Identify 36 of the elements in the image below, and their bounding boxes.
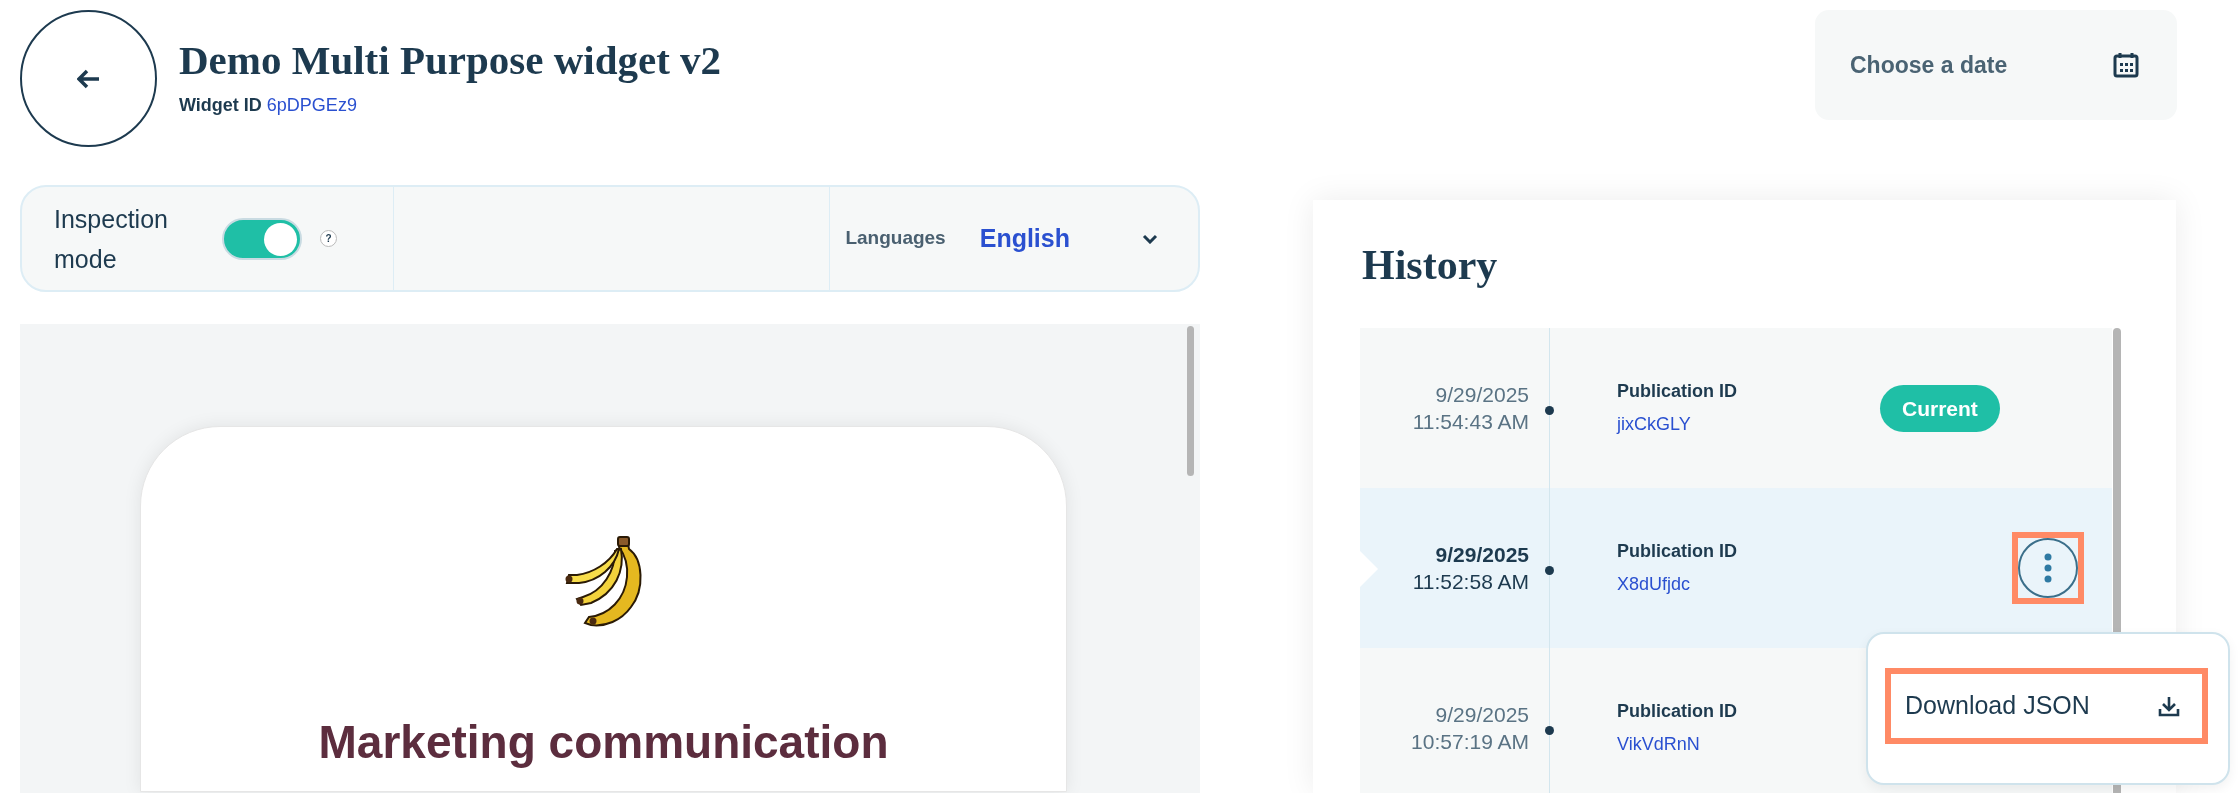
timeline-dot (1545, 566, 1554, 576)
help-icon[interactable]: ? (320, 230, 337, 247)
download-icon (2158, 695, 2180, 717)
publication-id-link[interactable]: X8dUfjdc (1617, 571, 1880, 599)
widget-id-link[interactable]: 6pDPGEz9 (266, 94, 357, 115)
time-text: 11:54:43 AM (1412, 409, 1529, 436)
date-text: 9/29/2025 (1435, 382, 1529, 409)
publication-id-label: Publication ID (1617, 380, 1738, 404)
time-text: 11:52:58 AM (1412, 569, 1529, 596)
history-row[interactable]: 9/29/2025 11:54:43 AM Publication ID jixCkGLY Current (1360, 328, 2112, 489)
current-badge: Current (1880, 384, 2000, 433)
download-json-menu-item[interactable]: Download JSON (1885, 668, 2208, 744)
publication-id-link[interactable]: jixCkGLY (1617, 411, 1880, 439)
inspection-mode-label: Inspection mode (54, 203, 169, 275)
timeline-dot (1545, 726, 1554, 736)
preview-title: Marketing communication (318, 717, 889, 768)
date-field[interactable]: Choose a date (1815, 10, 2177, 120)
back-arrow-icon (76, 68, 101, 89)
widget-id-label: Widget ID (179, 94, 262, 115)
language-dropdown[interactable]: English (979, 219, 1158, 258)
publication-id-label: Publication ID (1617, 540, 1738, 564)
page-title: Demo Multi Purpose widget v2 (179, 38, 722, 84)
publication-id-label: Publication ID (1617, 700, 1738, 724)
date-text: 9/29/2025 (1435, 542, 1529, 569)
calendar-icon (2113, 52, 2139, 78)
scrollbar[interactable] (1187, 326, 1194, 476)
languages-label: Languages (845, 226, 946, 251)
toggle-switch[interactable] (222, 217, 302, 260)
date-text: 9/29/2025 (1435, 702, 1529, 729)
timeline-dot (1545, 406, 1554, 416)
more-options-button[interactable] (2012, 532, 2084, 605)
time-text: 10:57:19 AM (1411, 729, 1529, 756)
vertical-dots-icon (2044, 553, 2052, 584)
history-row[interactable]: 9/29/2025 11:52:58 AM Publication ID X8dUfjdc (1360, 488, 2112, 649)
chevron-down-icon (1142, 233, 1158, 244)
history-title: History (1362, 241, 1499, 290)
